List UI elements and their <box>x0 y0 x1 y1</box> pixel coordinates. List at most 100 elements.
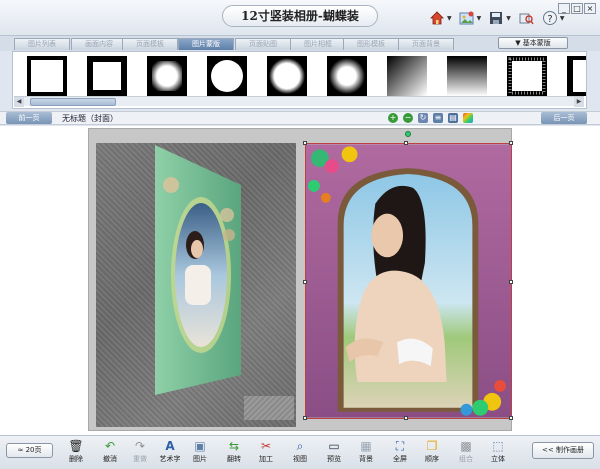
bottom-toolbar: ≈ 20页 🗑 删除 ↶ 撤消 ↷ 重做 A 艺术字 ▣ 图片 ⇆ 翻转 ✂ 加… <box>0 435 600 469</box>
redo-label: 重做 <box>133 455 147 463</box>
preview-label: 预览 <box>327 455 341 463</box>
tab-shape-template[interactable]: 图形模板 <box>343 38 399 50</box>
photo-icon[interactable] <box>458 9 476 27</box>
window-controls: _ □ × <box>558 3 596 14</box>
zoom-out-icon[interactable]: − <box>403 113 413 123</box>
panel-tabs: 图片列表 画面内容 页面模板 图片蒙版 页面贴图 图片相框 图形模板 页面背景 … <box>0 36 600 51</box>
align-icon[interactable]: ≡ <box>433 113 443 123</box>
image-icon: ▣ <box>194 439 206 453</box>
prev-page-button[interactable]: 前一页 <box>6 112 52 124</box>
color-icon[interactable] <box>463 113 473 123</box>
tab-page-background[interactable]: 页面背景 <box>398 38 454 50</box>
template-scrollbar[interactable]: ◀ ▶ <box>14 96 584 107</box>
monitor-icon: ▭ <box>328 439 340 453</box>
art-text-label: 艺术字 <box>159 455 181 463</box>
group-label: 组合 <box>459 455 473 463</box>
title-toolbar: ▼ ▼ ▼ ? ▼ <box>428 8 565 28</box>
make-album-button[interactable]: << 制作画册 <box>532 442 594 459</box>
mask-thumb-partial[interactable] <box>567 56 587 96</box>
chevron-down-icon: ▼ <box>515 39 523 47</box>
undo-button[interactable]: ↶ 撤消 <box>96 438 124 468</box>
help-icon[interactable]: ? <box>541 9 559 27</box>
fullscreen-label: 全屏 <box>393 455 407 463</box>
scissors-icon: ✂ <box>260 439 272 453</box>
cover-photo[interactable] <box>305 143 512 419</box>
rotate-handle[interactable] <box>405 131 411 137</box>
order-button[interactable]: ❐ 顺序 <box>418 438 446 468</box>
resize-handle-right[interactable] <box>509 280 513 284</box>
resize-handle-top[interactable] <box>404 141 408 145</box>
maximize-button[interactable]: □ <box>571 3 583 14</box>
mask-thumb-grunge[interactable] <box>507 56 547 96</box>
process-button[interactable]: ✂ 加工 <box>252 438 280 468</box>
basic-mask-label: 基本蒙版 <box>522 39 551 47</box>
scroll-thumb[interactable] <box>30 98 116 106</box>
order-label: 顺序 <box>425 455 439 463</box>
resize-handle-bottom-left[interactable] <box>303 416 307 420</box>
minimize-button[interactable]: _ <box>558 3 570 14</box>
window-title: 12寸竖装相册-蝴蝶装 <box>222 5 378 27</box>
group-button[interactable]: ▩ 组合 <box>452 438 480 468</box>
close-button[interactable]: × <box>584 3 596 14</box>
home-icon[interactable] <box>428 9 446 27</box>
image-button[interactable]: ▣ 图片 <box>186 438 214 468</box>
3d-button[interactable]: ⬚ 立体 <box>484 438 512 468</box>
view-button[interactable]: ⌕ 视图 <box>286 438 314 468</box>
save-icon[interactable] <box>487 9 505 27</box>
resize-handle-top-left[interactable] <box>303 141 307 145</box>
back-cover-photo[interactable] <box>155 145 241 395</box>
spine-pattern <box>244 396 294 420</box>
page-count-button[interactable]: ≈ 20页 <box>6 443 53 458</box>
title-bar: 12寸竖装相册-蝴蝶装 ▼ ▼ ▼ ? ▼ _ □ × <box>0 0 600 36</box>
flip-button[interactable]: ⇆ 翻转 <box>220 438 248 468</box>
next-page-button[interactable]: 后一页 <box>541 112 587 124</box>
basic-mask-dropdown[interactable]: ▼ 基本蒙版 <box>498 37 568 49</box>
mask-thumb-circle[interactable] <box>207 56 247 96</box>
save-caret-icon[interactable]: ▼ <box>506 15 511 22</box>
zoom-tools: + − ↻ ≡ ▤ <box>388 113 473 123</box>
art-text-icon: A <box>165 439 175 453</box>
process-label: 加工 <box>259 455 273 463</box>
home-caret-icon[interactable]: ▼ <box>447 15 452 22</box>
resize-handle-left[interactable] <box>303 280 307 284</box>
rotate-icon[interactable]: ↻ <box>418 113 428 123</box>
zoom-icon: ⌕ <box>296 439 304 453</box>
resize-handle-bottom[interactable] <box>404 416 408 420</box>
scroll-right-icon[interactable]: ▶ <box>574 97 584 107</box>
mask-thumb-vertical-gradient[interactable] <box>447 56 487 96</box>
3d-label: 立体 <box>491 455 505 463</box>
mask-thumb-square-border[interactable] <box>27 56 67 96</box>
mask-thumb-circle-feather[interactable] <box>327 56 367 96</box>
layer-icon[interactable]: ▤ <box>448 113 458 123</box>
tab-image-list[interactable]: 图片列表 <box>14 38 70 50</box>
tab-page-template[interactable]: 页面模板 <box>122 38 178 50</box>
undo-icon: ↶ <box>104 439 116 453</box>
tab-canvas-content[interactable]: 画面内容 <box>71 38 127 50</box>
tools-icon[interactable] <box>517 9 535 27</box>
background-label: 背景 <box>359 455 373 463</box>
delete-button[interactable]: 🗑 删除 <box>62 438 90 468</box>
fullscreen-button[interactable]: ⛶ 全屏 <box>386 438 414 468</box>
delete-label: 删除 <box>69 455 83 463</box>
cube-icon: ⬚ <box>492 439 504 453</box>
tab-image-frame[interactable]: 图片相框 <box>290 38 346 50</box>
mask-thumb-diagonal-gradient[interactable] <box>387 56 427 96</box>
art-text-button[interactable]: A 艺术字 <box>156 438 184 468</box>
resize-handle-top-right[interactable] <box>509 141 513 145</box>
zoom-in-icon[interactable]: + <box>388 113 398 123</box>
photo-caret-icon[interactable]: ▼ <box>477 15 482 22</box>
mask-thumb-thin-border[interactable] <box>87 56 127 96</box>
svg-text:?: ? <box>547 14 552 25</box>
tab-page-sticker[interactable]: 页面贴图 <box>235 38 291 50</box>
resize-handle-bottom-right[interactable] <box>509 416 513 420</box>
order-icon: ❐ <box>426 439 438 453</box>
help-caret-icon[interactable]: ▼ <box>560 15 565 22</box>
group-icon: ▩ <box>460 439 472 453</box>
scroll-left-icon[interactable]: ◀ <box>14 97 24 107</box>
mask-thumb-circle-soft[interactable] <box>267 56 307 96</box>
preview-button[interactable]: ▭ 预览 <box>320 438 348 468</box>
mask-thumb-soft-square[interactable] <box>147 56 187 96</box>
background-button[interactable]: ▦ 背景 <box>352 438 380 468</box>
tab-image-mask[interactable]: 图片蒙版 <box>178 38 234 50</box>
redo-button[interactable]: ↷ 重做 <box>126 438 154 468</box>
